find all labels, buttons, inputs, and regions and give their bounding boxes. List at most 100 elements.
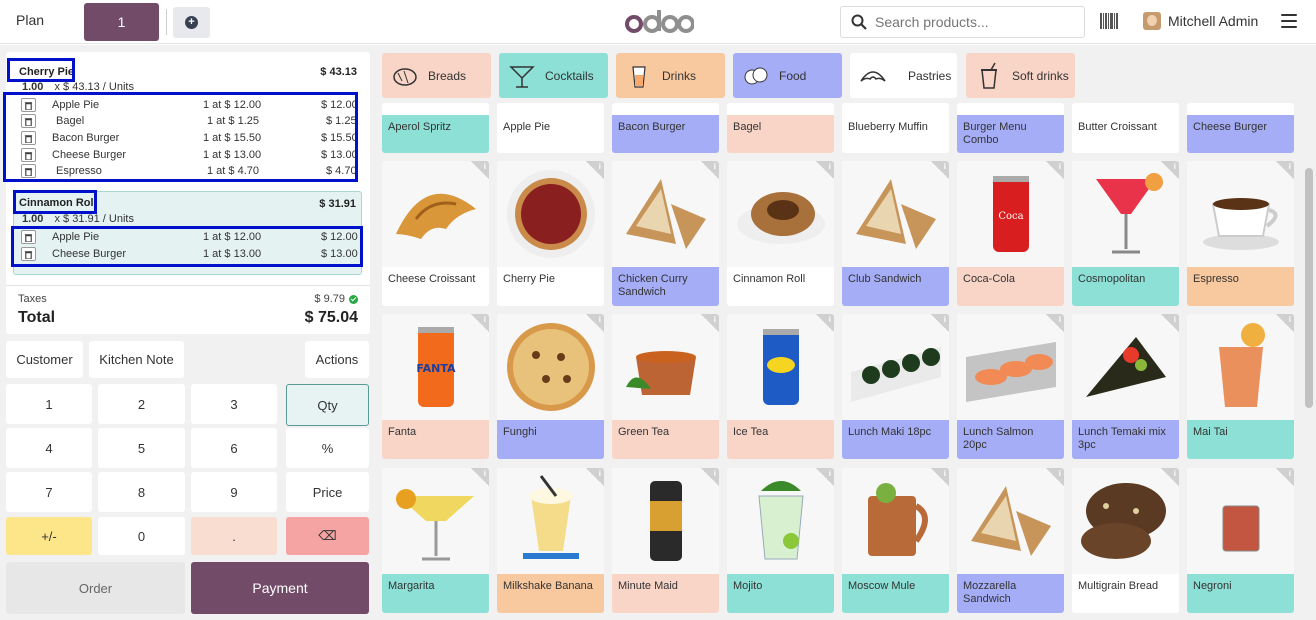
product-search[interactable] — [840, 6, 1085, 38]
info-icon[interactable]: i — [1276, 161, 1294, 179]
product-name: Cheese Croissant — [382, 267, 489, 306]
product-card-milkshake-banana[interactable]: i Milkshake Banana — [497, 468, 604, 613]
menu-icon[interactable] — [1281, 14, 1297, 32]
order-tab-1[interactable]: 1 — [84, 3, 159, 41]
product-card-bacon-burger[interactable]: Bacon Burger — [612, 103, 719, 153]
product-card-bagel[interactable]: Bagel — [727, 103, 834, 153]
info-icon[interactable]: i — [1046, 161, 1064, 179]
product-name: Chicken Curry Sandwich — [612, 267, 719, 306]
price-mode-button[interactable]: Price — [286, 472, 369, 512]
kitchen-note-button[interactable]: Kitchen Note — [89, 341, 184, 378]
qty-mode-button[interactable]: Qty — [286, 384, 369, 426]
plan-button[interactable]: Plan — [16, 12, 44, 28]
product-card-cheese-croissant[interactable]: i Cheese Croissant — [382, 161, 489, 306]
category-cocktails[interactable]: Cocktails — [499, 53, 608, 98]
info-icon[interactable]: i — [471, 468, 489, 486]
info-icon[interactable]: i — [1276, 468, 1294, 486]
info-icon[interactable]: i — [471, 161, 489, 179]
product-card-club-sandwich[interactable]: i Club Sandwich — [842, 161, 949, 306]
info-icon[interactable]: i — [701, 468, 719, 486]
product-card-cinnamon-roll[interactable]: i Cinnamon Roll — [727, 161, 834, 306]
product-card-multigrain-bread[interactable]: i Multigrain Bread — [1072, 468, 1179, 613]
numpad-3[interactable]: 3 — [191, 384, 277, 424]
product-card-butter-croissant[interactable]: Butter Croissant — [1072, 103, 1179, 153]
plus-minus-button[interactable]: +/- — [6, 517, 92, 555]
product-card-cherry-pie[interactable]: i Cherry Pie — [497, 161, 604, 306]
product-card-fanta[interactable]: FANTA i Fanta — [382, 314, 489, 459]
discount-mode-button[interactable]: % — [286, 428, 369, 468]
product-card-lunch-temaki-mix-3pc[interactable]: i Lunch Temaki mix 3pc — [1072, 314, 1179, 459]
product-card-espresso[interactable]: i Espresso — [1187, 161, 1294, 306]
info-icon[interactable]: i — [1161, 161, 1179, 179]
info-icon[interactable]: i — [1276, 314, 1294, 332]
info-icon[interactable]: i — [816, 468, 834, 486]
product-card-burger-menu-combo[interactable]: Burger Menu Combo — [957, 103, 1064, 153]
info-icon[interactable]: i — [1046, 314, 1064, 332]
product-card-funghi[interactable]: i Funghi — [497, 314, 604, 459]
numpad-9[interactable]: 9 — [191, 472, 277, 512]
info-icon[interactable]: i — [701, 161, 719, 179]
category-food[interactable]: Food — [733, 53, 842, 98]
product-card-lunch-salmon-20pc[interactable]: i Lunch Salmon 20pc — [957, 314, 1064, 459]
info-icon[interactable]: i — [471, 314, 489, 332]
info-icon[interactable]: i — [701, 314, 719, 332]
taxes-amount: $ 9.79 — [314, 293, 345, 305]
info-icon[interactable]: i — [586, 314, 604, 332]
product-card-lunch-maki-18pc[interactable]: i Lunch Maki 18pc — [842, 314, 949, 459]
product-card-negroni[interactable]: i Negroni — [1187, 468, 1294, 613]
numpad-6[interactable]: 6 — [191, 428, 277, 468]
info-icon[interactable]: i — [816, 314, 834, 332]
barcode-icon[interactable] — [1100, 13, 1118, 29]
info-icon[interactable]: i — [586, 468, 604, 486]
numpad-1[interactable]: 1 — [6, 384, 92, 424]
info-icon[interactable]: i — [1161, 468, 1179, 486]
numpad-8[interactable]: 8 — [98, 472, 185, 512]
product-name: Moscow Mule — [842, 574, 949, 613]
numpad-5[interactable]: 5 — [98, 428, 185, 468]
payment-button[interactable]: Payment — [191, 562, 369, 614]
product-card-mojito[interactable]: i Mojito — [727, 468, 834, 613]
product-card-mai-tai[interactable]: i Mai Tai — [1187, 314, 1294, 459]
category-label: Breads — [428, 68, 467, 83]
product-card-minute-maid[interactable]: i Minute Maid — [612, 468, 719, 613]
category-soft-drinks[interactable]: Soft drinks — [966, 53, 1075, 98]
product-card-ice-tea[interactable]: i Ice Tea — [727, 314, 834, 459]
info-icon[interactable]: i — [1161, 314, 1179, 332]
numpad-4[interactable]: 4 — [6, 428, 92, 468]
info-icon[interactable]: i — [931, 314, 949, 332]
actions-button[interactable]: Actions — [305, 341, 369, 378]
info-icon[interactable]: i — [1046, 468, 1064, 486]
product-card-moscow-mule[interactable]: i Moscow Mule — [842, 468, 949, 613]
backspace-button[interactable]: ⌫ — [286, 517, 369, 555]
product-card-aperol-spritz[interactable]: Aperol Spritz — [382, 103, 489, 153]
product-card-blueberry-muffin[interactable]: Blueberry Muffin — [842, 103, 949, 153]
info-icon[interactable]: i — [816, 161, 834, 179]
scrollbar-thumb[interactable] — [1305, 168, 1313, 408]
product-card-chicken-curry-sandwich[interactable]: i Chicken Curry Sandwich — [612, 161, 719, 306]
product-card-mozzarella-sandwich[interactable]: i Mozzarella Sandwich — [957, 468, 1064, 613]
product-card-margarita[interactable]: i Margarita — [382, 468, 489, 613]
order-button[interactable]: Order — [6, 562, 185, 614]
product-card-cheese-burger[interactable]: Cheese Burger — [1187, 103, 1294, 153]
bread-icon — [393, 67, 417, 86]
product-card-green-tea[interactable]: i Green Tea — [612, 314, 719, 459]
info-icon[interactable]: i — [586, 161, 604, 179]
numpad-2[interactable]: 2 — [98, 384, 185, 424]
customer-button[interactable]: Customer — [6, 341, 83, 378]
decimal-button[interactable]: . — [191, 517, 277, 555]
user-menu[interactable]: Mitchell Admin — [1143, 12, 1258, 30]
new-order-button[interactable]: + — [173, 7, 210, 38]
numpad-7[interactable]: 7 — [6, 472, 92, 512]
scrollbar[interactable] — [1302, 103, 1316, 620]
category-breads[interactable]: Breads — [382, 53, 491, 98]
product-card-cosmopolitan[interactable]: i Cosmopolitan — [1072, 161, 1179, 306]
product-name: Lunch Temaki mix 3pc — [1072, 420, 1179, 459]
info-icon[interactable]: i — [931, 161, 949, 179]
numpad-0[interactable]: 0 — [98, 517, 185, 555]
category-pastries[interactable]: Pastries — [850, 53, 957, 98]
product-card-coca-cola[interactable]: Coca i Coca-Cola — [957, 161, 1064, 306]
category-drinks[interactable]: Drinks — [616, 53, 725, 98]
product-card-apple-pie[interactable]: Apple Pie — [497, 103, 604, 153]
info-icon[interactable]: i — [931, 468, 949, 486]
search-input[interactable] — [875, 14, 1075, 30]
